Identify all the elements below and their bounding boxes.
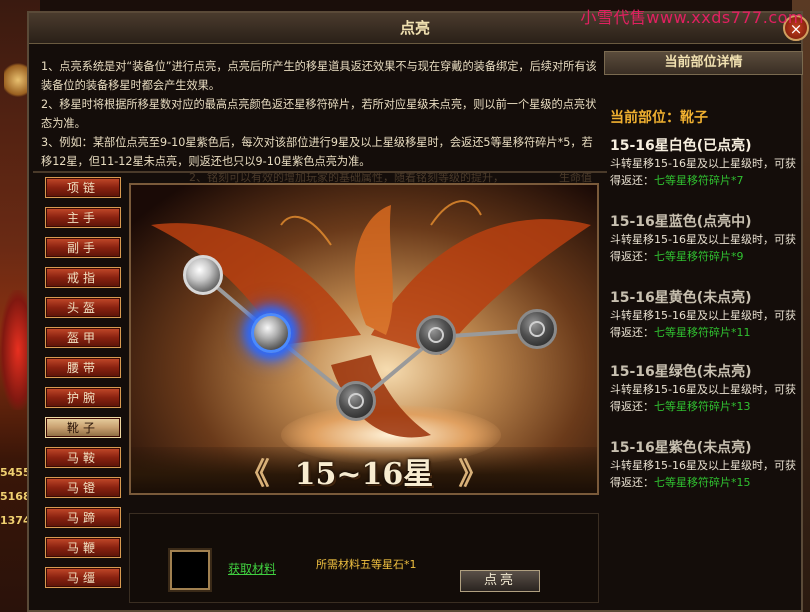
level-reward: 七等星移符碎片*11 <box>654 326 751 339</box>
level-desc: 斗转星移15-16星及以上星级时，可获得返还：七等星移符碎片*13 <box>610 383 796 413</box>
rule-line: 2、移星时将根据所移星数对应的最高点亮颜色返还星移符碎片，若所对应星级未点亮，则… <box>41 98 597 130</box>
slot-button-ring[interactable]: 戒指 <box>45 267 121 288</box>
star-range-banner: 《 15~16星 》 <box>131 447 597 493</box>
level-desc: 斗转星移15-16星及以上星级时，可获得返还：七等星移符碎片*7 <box>610 157 796 187</box>
chevron-left-icon: 《 <box>239 457 270 492</box>
material-section: 获取材料 所需材料五等星石*1 点亮 <box>129 513 599 603</box>
slot-button-off-hand[interactable]: 副手 <box>45 237 121 258</box>
rules-description: 1、点亮系统是对“装备位”进行点亮，点亮后所产生的移星道具返还效果不与现在穿戴的… <box>41 57 601 171</box>
detail-header: 当前部位详情 <box>604 51 803 75</box>
slot-button-necklace[interactable]: 项链 <box>45 177 121 198</box>
star-node-blue-lighting[interactable] <box>251 313 291 353</box>
star-node-white-lit[interactable] <box>183 255 223 295</box>
required-material-text: 所需材料五等星石*1 <box>316 558 417 571</box>
rule-line: 1、点亮系统是对“装备位”进行点亮，点亮后所产生的移星道具返还效果不与现在穿戴的… <box>41 60 597 92</box>
level-reward: 七等星移符碎片*7 <box>654 174 744 187</box>
slot-button-horseshoe[interactable]: 马蹄 <box>45 507 121 528</box>
slot-button-helmet[interactable]: 头盔 <box>45 297 121 318</box>
level-desc: 斗转星移15-16星及以上星级时，可获得返还：七等星移符碎片*9 <box>610 233 796 263</box>
rule-line: 3、例如：某部位点亮至9-10星紫色后，每次对该部位进行9星及以上星级移星时，会… <box>41 136 593 168</box>
level-title: 15-16星蓝色(点亮中) <box>610 214 752 230</box>
chevron-right-icon: 》 <box>458 457 489 492</box>
slot-button-rein[interactable]: 马缰 <box>45 567 121 588</box>
level-reward: 七等星移符碎片*13 <box>654 400 751 413</box>
slot-button-whip[interactable]: 马鞭 <box>45 537 121 558</box>
equipment-slot-menu: 项链 主手 副手 戒指 头盔 盔甲 腰带 护腕 靴子 马鞍 马镫 马蹄 马鞭 马… <box>45 177 125 597</box>
level-desc: 斗转星移15-16星及以上星级时，可获得返还：七等星移符碎片*11 <box>610 309 796 339</box>
window-title: 点亮 <box>399 19 430 37</box>
star-node-yellow-locked[interactable] <box>336 381 376 421</box>
slot-button-main-hand[interactable]: 主手 <box>45 207 121 228</box>
slot-button-belt[interactable]: 腰带 <box>45 357 121 378</box>
slot-button-bracer[interactable]: 护腕 <box>45 387 121 408</box>
level-entry: 15-16星蓝色(点亮中) 斗转星移15-16星及以上星级时，可获得返还：七等星… <box>610 211 806 265</box>
get-material-link[interactable]: 获取材料 <box>228 560 276 577</box>
star-node-purple-locked[interactable] <box>517 309 557 349</box>
star-range-label: 15~16星 <box>294 457 434 492</box>
level-entry: 15-16星白色(已点亮) 斗转星移15-16星及以上星级时，可获得返还：七等星… <box>610 135 806 189</box>
level-reward: 七等星移符碎片*9 <box>654 250 744 263</box>
phoenix-star-stage: 《 15~16星 》 <box>129 183 599 495</box>
level-entry: 15-16星紫色(未点亮) 斗转星移15-16星及以上星级时，可获得返还：七等星… <box>610 437 806 491</box>
slot-button-boots[interactable]: 靴子 <box>45 417 121 438</box>
level-title: 15-16星白色(已点亮) <box>610 138 752 154</box>
watermark: 小雪代售www.xxds777.com <box>580 8 804 27</box>
slot-button-armor[interactable]: 盔甲 <box>45 327 121 348</box>
level-reward: 七等星移符碎片*15 <box>654 476 751 489</box>
level-title: 15-16星紫色(未点亮) <box>610 440 752 456</box>
material-slot[interactable] <box>170 550 210 590</box>
light-up-button[interactable]: 点亮 <box>460 570 540 592</box>
slot-button-saddle[interactable]: 马鞍 <box>45 447 121 468</box>
current-slot-label: 当前部位：靴子 <box>610 110 708 126</box>
slot-button-stirrup[interactable]: 马镫 <box>45 477 121 498</box>
star-node-green-locked[interactable] <box>416 315 456 355</box>
level-title: 15-16星黄色(未点亮) <box>610 290 752 306</box>
light-up-window: 点亮 × 1、点亮系统是对“装备位”进行点亮，点亮后所产生的移星道具返还效果不与… <box>27 11 809 612</box>
level-entry: 15-16星绿色(未点亮) 斗转星移15-16星及以上星级时，可获得返还：七等星… <box>610 361 806 415</box>
level-desc: 斗转星移15-16星及以上星级时，可获得返还：七等星移符碎片*15 <box>610 459 796 489</box>
level-entry: 15-16星黄色(未点亮) 斗转星移15-16星及以上星级时，可获得返还：七等星… <box>610 287 806 341</box>
level-title: 15-16星绿色(未点亮) <box>610 364 752 380</box>
current-slot-detail-panel: 当前部位详情 当前部位：靴子 15-16星白色(已点亮) 斗转星移15-16星及… <box>604 51 803 611</box>
